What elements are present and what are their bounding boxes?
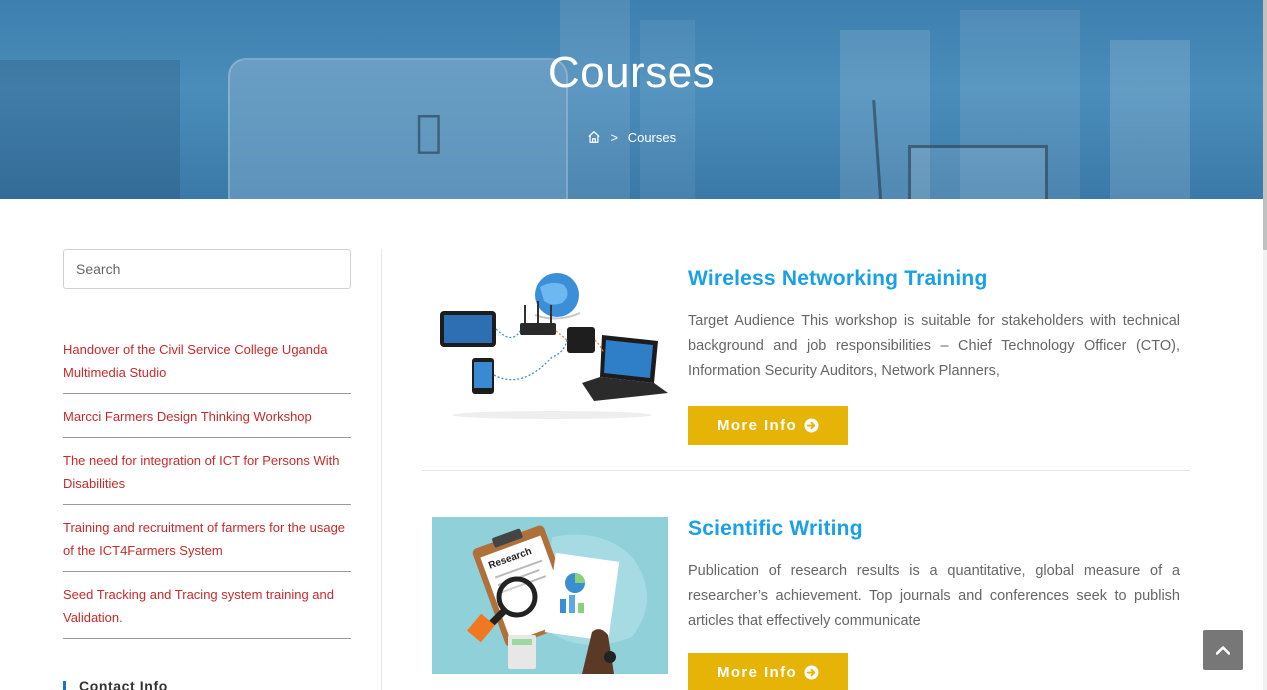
chevron-up-icon — [1216, 646, 1230, 655]
research-clipboard-illustration: Research — [432, 517, 668, 674]
course-title-link[interactable]: Scientific Writing — [688, 517, 863, 541]
back-to-top-button[interactable] — [1203, 630, 1243, 670]
more-info-label: More Info — [716, 664, 798, 681]
list-item: The need for integration of ICT for Pers… — [63, 449, 351, 505]
network-devices-illustration — [440, 273, 668, 419]
list-item: Seed Tracking and Tracing system trainin… — [63, 583, 351, 639]
course-excerpt: Target Audience This workshop is suitabl… — [688, 313, 1180, 379]
recent-post-link[interactable]: Marcci Farmers Design Thinking Workshop — [63, 405, 351, 428]
search-input[interactable] — [63, 249, 351, 289]
sidebar: Handover of the Civil Service College Ug… — [63, 249, 351, 650]
list-item: Marcci Farmers Design Thinking Workshop — [63, 405, 351, 438]
arrow-circle-right-icon — [804, 418, 819, 433]
more-info-button[interactable]: More Info — [688, 406, 848, 445]
recent-posts-list: Handover of the Civil Service College Ug… — [63, 338, 351, 639]
list-item: Handover of the Civil Service College Ug… — [63, 338, 351, 394]
arrow-circle-right-icon — [804, 665, 819, 680]
course-card: Wireless Networking Training Target Audi… — [422, 265, 1190, 471]
course-thumbnail[interactable]: Research — [432, 517, 668, 674]
hero-picture-frame — [908, 145, 1048, 199]
page-title: Courses — [547, 48, 716, 97]
breadcrumb-separator: > — [610, 130, 619, 145]
hero-background-building — [640, 20, 695, 199]
page-hero:  Courses > Courses — [0, 0, 1263, 199]
sidebar-divider — [381, 249, 382, 690]
course-title-link[interactable]: Wireless Networking Training — [688, 267, 987, 291]
recent-post-link[interactable]: Training and recruitment of farmers for … — [63, 516, 351, 562]
page-scrollbar[interactable] — [1263, 0, 1267, 690]
course-card: Research Scientific Writing Publication … — [422, 515, 1190, 690]
list-item: Training and recruitment of farmers for … — [63, 516, 351, 572]
breadcrumb: > Courses — [0, 130, 1263, 145]
hero-background-building — [560, 0, 630, 199]
more-info-button[interactable]: More Info — [688, 653, 848, 690]
course-excerpt: Publication of research results is a qua… — [688, 563, 1180, 629]
breadcrumb-current: Courses — [627, 130, 677, 145]
course-thumbnail[interactable] — [432, 265, 668, 422]
recent-post-link[interactable]: The need for integration of ICT for Pers… — [63, 449, 351, 495]
recent-post-link[interactable]: Handover of the Civil Service College Ug… — [63, 338, 351, 384]
home-icon[interactable] — [587, 130, 601, 144]
scrollbar-thumb[interactable] — [1263, 0, 1267, 250]
more-info-label: More Info — [716, 417, 798, 434]
contact-info-heading: Contact Info — [63, 678, 168, 690]
recent-post-link[interactable]: Seed Tracking and Tracing system trainin… — [63, 583, 351, 629]
